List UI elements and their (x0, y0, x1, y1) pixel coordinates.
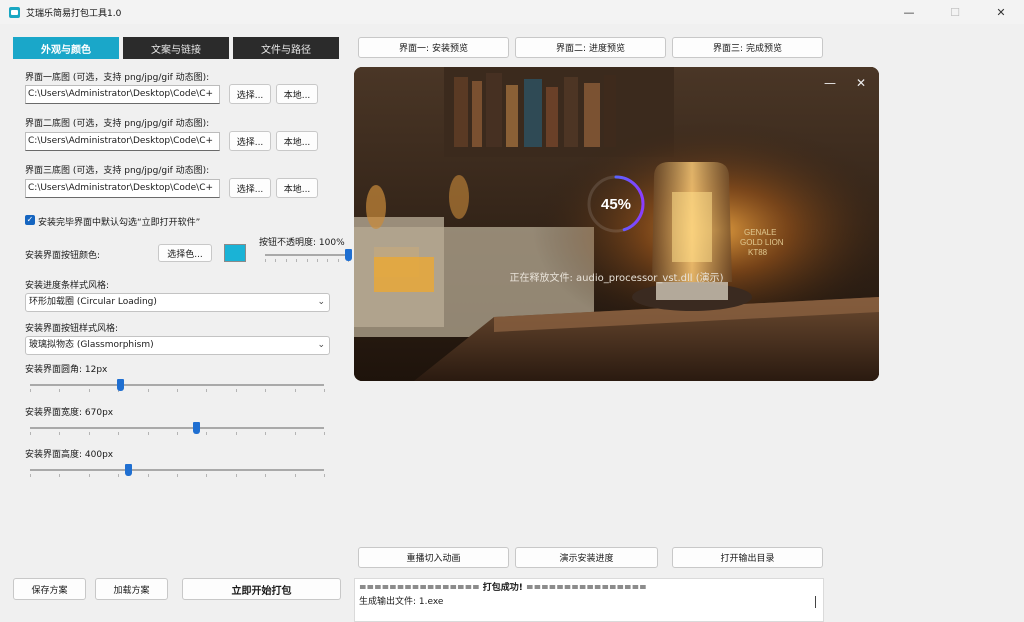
start-packaging-button[interactable]: 立即开始打包 (182, 578, 341, 600)
screen1-local-button[interactable]: 本地... (276, 84, 318, 104)
app-icon (9, 6, 20, 18)
save-scheme-button[interactable]: 保存方案 (13, 578, 86, 600)
button-style-value: 玻璃拟物态 (Glassmorphism) (29, 340, 154, 350)
opacity-slider[interactable] (265, 247, 352, 263)
auto-open-checkbox[interactable]: ✓ (25, 215, 35, 225)
tab-appearance[interactable]: 外观与颜色 (13, 37, 119, 59)
log-line: 生成输出文件: 1.exe (359, 597, 444, 607)
width-slider[interactable] (30, 420, 325, 436)
svg-text:GOLD LION: GOLD LION (740, 238, 784, 247)
height-slider-thumb[interactable] (125, 464, 133, 476)
load-scheme-button[interactable]: 加载方案 (95, 578, 168, 600)
opacity-slider-thumb[interactable] (345, 249, 352, 261)
screen3-choose-button[interactable]: 选择... (229, 178, 271, 198)
minimize-button[interactable]: — (886, 0, 932, 24)
screen1-bg-label: 界面一底图 (可选，支持 png/jpg/gif 动态图): (25, 73, 210, 83)
demo-progress-button[interactable]: 演示安装进度 (515, 547, 658, 568)
corner-radius-slider[interactable] (30, 377, 325, 393)
open-output-dir-button[interactable]: 打开输出目录 (672, 547, 823, 568)
corner-radius-label: 安装界面圆角: 12px (25, 365, 108, 375)
choose-color-button[interactable]: 选择色... (158, 244, 212, 262)
progress-percent: 45% (600, 195, 632, 213)
screen3-bg-path-input[interactable]: C:\Users\Administrator\Desktop\Code\C+ (25, 179, 220, 198)
preview-close-icon[interactable]: ✕ (856, 76, 866, 90)
screen2-local-button[interactable]: 本地... (276, 131, 318, 151)
window-title: 艾瑞乐简易打包工具1.0 (26, 8, 122, 19)
maximize-button[interactable]: ☐ (932, 0, 978, 24)
chevron-down-icon: ⌄ (317, 340, 325, 350)
width-label: 安装界面宽度: 670px (25, 408, 114, 418)
install-status-text: 正在释放文件: audio_processor_vst.dll (演示) (509, 273, 724, 284)
screen1-choose-button[interactable]: 选择... (229, 84, 271, 104)
preview-tab-install[interactable]: 界面一: 安装预览 (358, 37, 509, 58)
progress-style-select[interactable]: 环形加载圈 (Circular Loading) ⌄ (25, 293, 330, 312)
output-log[interactable]: ================ 打包成功! ================ … (354, 578, 824, 622)
corner-radius-slider-thumb[interactable] (116, 379, 124, 391)
screen3-bg-label: 界面三底图 (可选，支持 png/jpg/gif 动态图): (25, 166, 210, 176)
screen2-bg-label: 界面二底图 (可选，支持 png/jpg/gif 动态图): (25, 119, 210, 129)
screen3-local-button[interactable]: 本地... (276, 178, 318, 198)
button-style-label: 安装界面按钮样式风格: (25, 324, 119, 334)
preview-tab-finish[interactable]: 界面三: 完成预览 (672, 37, 823, 58)
svg-text:KT88: KT88 (748, 248, 768, 257)
svg-text:GENALE: GENALE (744, 228, 776, 237)
progress-style-label: 安装进度条样式风格: (25, 281, 110, 291)
title-bar: 艾瑞乐简易打包工具1.0 — ☐ ✕ (0, 0, 1024, 24)
width-slider-thumb[interactable] (193, 422, 201, 434)
button-color-label: 安装界面按钮颜色: (25, 251, 101, 261)
screen2-bg-path-input[interactable]: C:\Users\Administrator\Desktop\Code\C+ (25, 132, 220, 151)
screen2-choose-button[interactable]: 选择... (229, 131, 271, 151)
screen1-bg-path-input[interactable]: C:\Users\Administrator\Desktop\Code\C+ (25, 85, 220, 104)
log-scrollbar[interactable] (815, 596, 816, 608)
tab-copy-links[interactable]: 文案与链接 (123, 37, 229, 59)
chevron-down-icon: ⌄ (317, 297, 325, 307)
button-style-select[interactable]: 玻璃拟物态 (Glassmorphism) ⌄ (25, 336, 330, 355)
height-slider[interactable] (30, 462, 325, 478)
height-label: 安装界面高度: 400px (25, 450, 114, 460)
log-line: ================ 打包成功! ================ (359, 583, 647, 593)
installer-preview: GENALE GOLD LION KT88 45% 正在释放文件: audio_… (354, 67, 879, 381)
replay-animation-button[interactable]: 重播切入动画 (358, 547, 509, 568)
auto-open-label: 安装完毕界面中默认勾选“立即打开软件” (38, 218, 201, 228)
preview-tab-progress[interactable]: 界面二: 进度预览 (515, 37, 666, 58)
preview-minimize-icon[interactable]: — (824, 76, 836, 90)
button-color-swatch[interactable] (224, 244, 246, 262)
circular-progress: 45% (586, 174, 646, 234)
tab-files-paths[interactable]: 文件与路径 (233, 37, 339, 59)
close-button[interactable]: ✕ (978, 0, 1024, 24)
progress-style-value: 环形加载圈 (Circular Loading) (29, 297, 157, 307)
